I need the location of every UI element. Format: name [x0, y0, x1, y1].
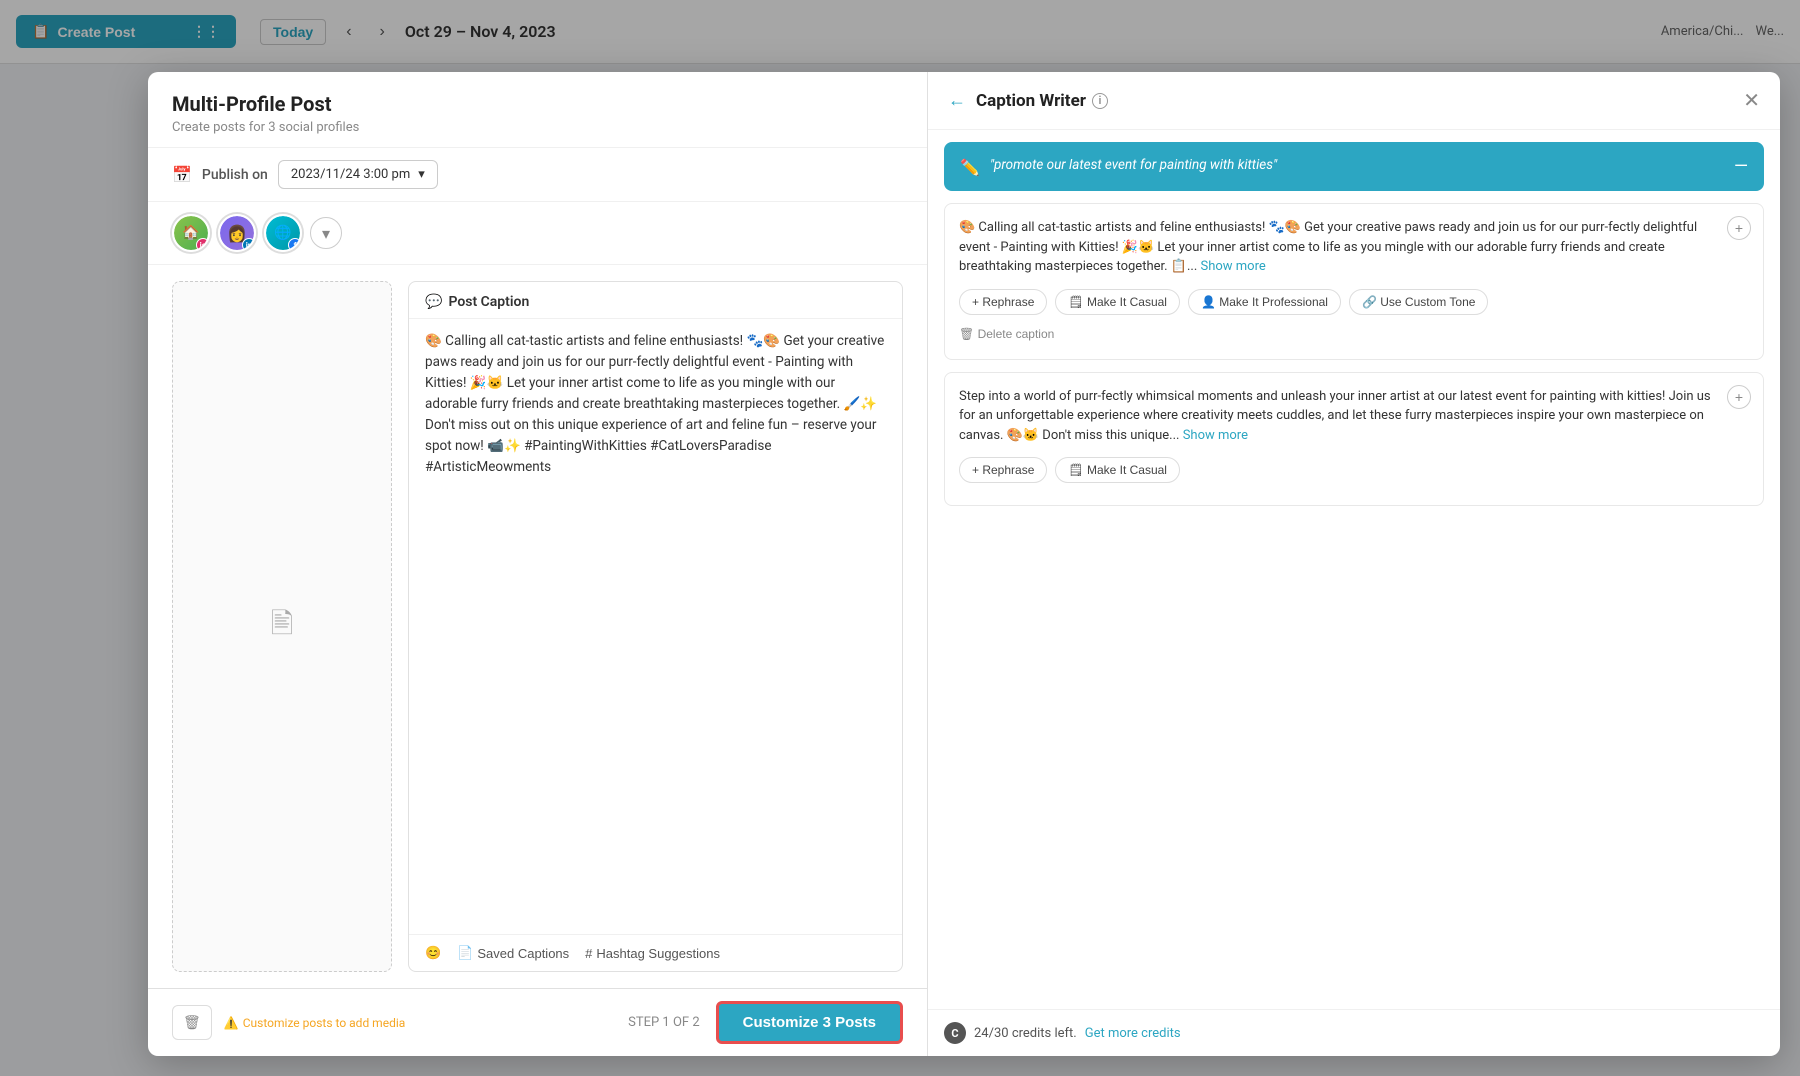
- panel-title-text: Caption Writer: [976, 91, 1086, 111]
- caption-1-make-professional-button[interactable]: 👤 Make It Professional: [1188, 289, 1341, 315]
- prompt-minimize-button[interactable]: —: [1734, 156, 1748, 177]
- left-panel-footer: 🗑 ⚠️ Customize posts to add media STEP 1…: [148, 988, 927, 1056]
- panel-title: Caption Writer i: [976, 91, 1733, 111]
- right-panel: ← Caption Writer i ✕ ✏️ "promote our lat…: [928, 72, 1780, 1056]
- right-panel-header: ← Caption Writer i ✕: [928, 72, 1780, 130]
- caption-text[interactable]: 🎨 Calling all cat-tastic artists and fel…: [409, 319, 902, 934]
- profile-avatar-1[interactable]: 🏠 ig: [172, 214, 210, 252]
- hashtag-suggestions-button[interactable]: # Hashtag Suggestions: [585, 946, 720, 961]
- prompt-text: "promote our latest event for painting w…: [990, 156, 1724, 175]
- caption-2-show-more[interactable]: Show more: [1183, 428, 1248, 443]
- get-more-credits-link[interactable]: Get more credits: [1085, 1026, 1181, 1041]
- hashtag-suggestions-label: Hashtag Suggestions: [596, 946, 720, 961]
- caption-card-2: + Step into a world of purr-fectly whims…: [944, 372, 1764, 507]
- caption-1-rephrase-button[interactable]: + Rephrase: [959, 289, 1047, 315]
- caption-1-make-casual-button[interactable]: 🗒 Make It Casual: [1055, 289, 1180, 315]
- credits-text: 24/30 credits left.: [974, 1026, 1077, 1041]
- prompt-icon: ✏️: [960, 158, 980, 177]
- caption-header: 💬 Post Caption: [409, 282, 902, 319]
- saved-captions-icon: 📄: [457, 945, 473, 961]
- caption-1-use-custom-tone-button[interactable]: 🔗 Use Custom Tone: [1349, 289, 1488, 315]
- publish-row: 📅 Publish on 2023/11/24 3:00 pm ▾: [148, 148, 927, 202]
- footer-right: STEP 1 OF 2 Customize 3 Posts: [628, 1001, 903, 1044]
- publish-label: Publish on: [202, 167, 268, 183]
- post-content-area: 🖹 💬 Post Caption 🎨 Calling all cat-tasti…: [148, 265, 927, 988]
- publish-date-value: 2023/11/24 3:00 pm: [291, 167, 410, 182]
- hashtag-icon: #: [585, 946, 592, 961]
- credits-icon: C: [944, 1022, 966, 1044]
- profiles-row: 🏠 ig 👩 in 🌐 f ▾: [148, 202, 927, 265]
- saved-captions-button[interactable]: 📄 Saved Captions: [457, 945, 569, 961]
- caption-2-make-casual-button[interactable]: 🗒 Make It Casual: [1055, 457, 1180, 483]
- profile-avatar-2[interactable]: 👩 in: [218, 214, 256, 252]
- instagram-badge: ig: [196, 238, 210, 252]
- footer-left: 🗑 ⚠️ Customize posts to add media: [172, 1005, 405, 1040]
- delete-post-button[interactable]: 🗑: [172, 1005, 212, 1040]
- caption-1-body: 🎨 Calling all cat-tastic artists and fel…: [959, 220, 1697, 274]
- left-panel: Multi-Profile Post Create posts for 3 so…: [148, 72, 928, 1056]
- prompt-box: ✏️ "promote our latest event for paintin…: [944, 142, 1764, 191]
- add-profile-button[interactable]: ▾: [310, 217, 342, 249]
- modal-title: Multi-Profile Post: [172, 92, 903, 116]
- caption-2-add-button[interactable]: +: [1727, 385, 1751, 409]
- preview-icon: 🖹: [271, 603, 294, 651]
- caption-1-add-button[interactable]: +: [1727, 216, 1751, 240]
- credits-info: C 24/30 credits left. Get more credits: [944, 1022, 1181, 1044]
- caption-1-text: 🎨 Calling all cat-tastic artists and fel…: [959, 218, 1749, 277]
- caption-2-rephrase-button[interactable]: + Rephrase: [959, 457, 1047, 483]
- linkedin-badge: in: [242, 238, 256, 252]
- caption-2-text: Step into a world of purr-fectly whimsic…: [959, 387, 1749, 446]
- caption-1-actions: + Rephrase 🗒 Make It Casual 👤 Make It Pr…: [959, 289, 1749, 315]
- media-warning: ⚠️ Customize posts to add media: [224, 1016, 406, 1030]
- emoji-button[interactable]: 😊: [425, 945, 441, 961]
- close-button[interactable]: ✕: [1743, 88, 1760, 113]
- media-warning-text: Customize posts to add media: [243, 1016, 406, 1030]
- caption-header-icon: 💬: [425, 294, 442, 310]
- post-preview-box: 🖹: [172, 281, 392, 972]
- step-indicator: STEP 1 OF 2: [628, 1015, 699, 1030]
- right-panel-footer: C 24/30 credits left. Get more credits: [928, 1009, 1780, 1056]
- warning-icon: ⚠️: [224, 1016, 239, 1030]
- caption-2-actions: + Rephrase 🗒 Make It Casual: [959, 457, 1749, 483]
- customize-posts-button[interactable]: Customize 3 Posts: [716, 1001, 903, 1044]
- dropdown-icon: ▾: [418, 167, 425, 182]
- info-icon[interactable]: i: [1092, 93, 1108, 109]
- caption-1-delete-button[interactable]: 🗑 Delete caption: [959, 323, 1054, 345]
- post-caption-box: 💬 Post Caption 🎨 Calling all cat-tastic …: [408, 281, 903, 972]
- facebook-badge: f: [288, 238, 302, 252]
- saved-captions-label: Saved Captions: [477, 946, 569, 961]
- caption-footer: 😊 📄 Saved Captions # Hashtag Suggestions: [409, 934, 902, 971]
- modal-container: Multi-Profile Post Create posts for 3 so…: [148, 72, 1780, 1056]
- calendar-icon: 📅: [172, 165, 192, 184]
- publish-date-picker[interactable]: 2023/11/24 3:00 pm ▾: [278, 160, 438, 189]
- modal-subtitle: Create posts for 3 social profiles: [172, 120, 903, 135]
- caption-header-label: Post Caption: [448, 294, 529, 310]
- captions-list: + 🎨 Calling all cat-tastic artists and f…: [928, 203, 1780, 1009]
- caption-1-show-more[interactable]: Show more: [1200, 259, 1265, 274]
- back-arrow-button[interactable]: ←: [948, 90, 966, 111]
- caption-card-1: + 🎨 Calling all cat-tastic artists and f…: [944, 203, 1764, 360]
- profile-avatar-3[interactable]: 🌐 f: [264, 214, 302, 252]
- caption-2-body: Step into a world of purr-fectly whimsic…: [959, 389, 1711, 443]
- left-panel-header: Multi-Profile Post Create posts for 3 so…: [148, 72, 927, 148]
